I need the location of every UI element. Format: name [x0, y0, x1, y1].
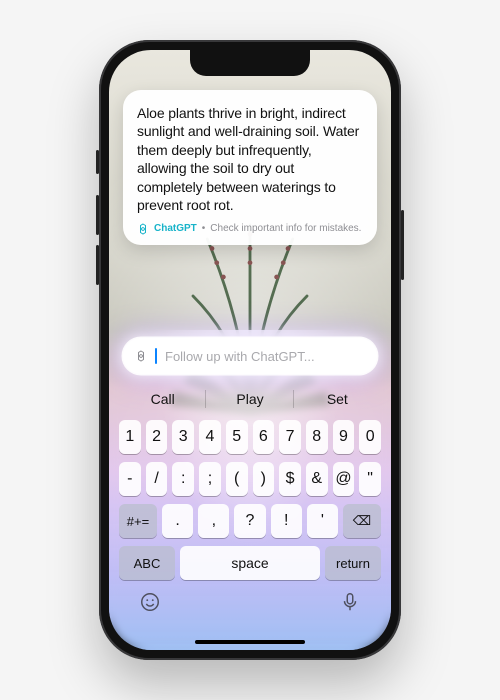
- key-symbols[interactable]: #+=: [119, 504, 157, 538]
- key-period[interactable]: .: [162, 504, 193, 538]
- key-exclaim[interactable]: !: [271, 504, 302, 538]
- key-question[interactable]: ?: [234, 504, 265, 538]
- key-5[interactable]: 5: [226, 420, 248, 454]
- phone-frame: Aloe plants thrive in bright, indirect s…: [99, 40, 401, 660]
- response-disclaimer: Check important info for mistakes.: [210, 223, 361, 234]
- keyboard-row-1: 1 2 3 4 5 6 7 8 9 0: [119, 420, 381, 454]
- suggestion-row: Call Play Set: [119, 384, 381, 414]
- key-colon[interactable]: :: [172, 462, 194, 496]
- volume-up-button: [96, 195, 99, 235]
- key-abc[interactable]: ABC: [119, 546, 175, 580]
- key-quote[interactable]: ": [359, 462, 381, 496]
- keyboard-row-3: #+= . , ? ! ' ⌫: [119, 504, 381, 538]
- volume-down-button: [96, 245, 99, 285]
- mute-switch: [96, 150, 99, 174]
- suggestion-0[interactable]: Call: [119, 384, 206, 414]
- response-source-label: ChatGPT: [154, 223, 197, 234]
- response-text: Aloe plants thrive in bright, indirect s…: [137, 104, 363, 215]
- key-7[interactable]: 7: [279, 420, 301, 454]
- key-semicolon[interactable]: ;: [199, 462, 221, 496]
- key-0[interactable]: 0: [359, 420, 381, 454]
- key-amp[interactable]: &: [306, 462, 328, 496]
- keyboard: 1 2 3 4 5 6 7 8 9 0 - / : ; ( ): [117, 420, 383, 580]
- suggestion-2[interactable]: Set: [294, 384, 381, 414]
- mic-icon[interactable]: [339, 591, 361, 613]
- key-2[interactable]: 2: [146, 420, 168, 454]
- chatgpt-logo-icon: [137, 223, 149, 235]
- keyboard-row-2: - / : ; ( ) $ & @ ": [119, 462, 381, 496]
- key-dash[interactable]: -: [119, 462, 141, 496]
- home-indicator[interactable]: [195, 640, 305, 644]
- keyboard-area: Follow up with ChatGPT... Call Play Set …: [109, 330, 391, 650]
- key-9[interactable]: 9: [333, 420, 355, 454]
- key-3[interactable]: 3: [172, 420, 194, 454]
- key-comma[interactable]: ,: [198, 504, 229, 538]
- power-button: [401, 210, 404, 280]
- dot-separator: •: [202, 223, 206, 234]
- chatgpt-logo-icon: [135, 350, 147, 362]
- key-dollar[interactable]: $: [279, 462, 301, 496]
- key-6[interactable]: 6: [253, 420, 275, 454]
- key-paren-open[interactable]: (: [226, 462, 248, 496]
- key-return[interactable]: return: [325, 546, 381, 580]
- notch: [190, 50, 310, 76]
- followup-placeholder: Follow up with ChatGPT...: [165, 349, 315, 364]
- key-8[interactable]: 8: [306, 420, 328, 454]
- key-backspace[interactable]: ⌫: [343, 504, 381, 538]
- key-slash[interactable]: /: [146, 462, 168, 496]
- response-card: Aloe plants thrive in bright, indirect s…: [123, 90, 377, 245]
- key-at[interactable]: @: [333, 462, 355, 496]
- screen: Aloe plants thrive in bright, indirect s…: [109, 50, 391, 650]
- response-footer: ChatGPT • Check important info for mista…: [137, 223, 363, 235]
- key-1[interactable]: 1: [119, 420, 141, 454]
- key-space[interactable]: space: [180, 546, 320, 580]
- text-caret: [155, 348, 157, 364]
- keyboard-row-4: ABC space return: [119, 546, 381, 580]
- key-4[interactable]: 4: [199, 420, 221, 454]
- keyboard-footer: [117, 580, 383, 624]
- key-apostrophe[interactable]: ': [307, 504, 338, 538]
- followup-input[interactable]: Follow up with ChatGPT...: [123, 338, 377, 374]
- emoji-icon[interactable]: [139, 591, 161, 613]
- suggestion-1[interactable]: Play: [206, 384, 293, 414]
- key-paren-close[interactable]: ): [253, 462, 275, 496]
